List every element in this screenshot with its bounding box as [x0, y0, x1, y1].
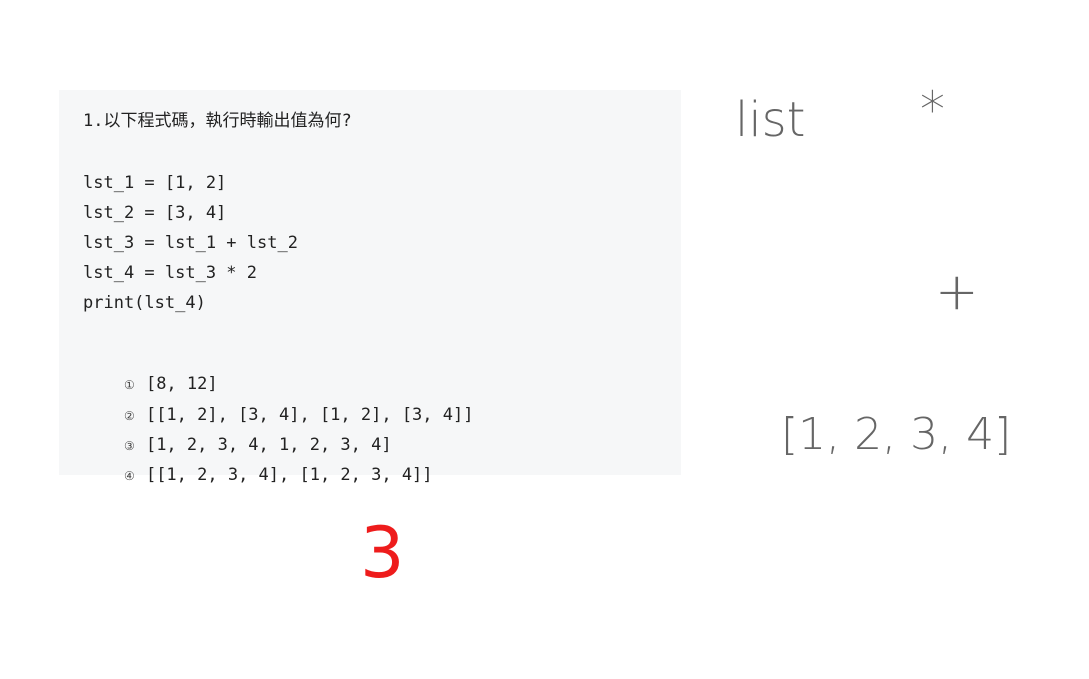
option-4: ④ [[1, 2, 3, 4], [1, 2, 3, 4]]	[83, 445, 433, 506]
question-panel: 1.以下程式碼，執行時輸出值為何? lst_1 = [1, 2] lst_2 =…	[59, 90, 681, 485]
question-title: 1.以下程式碼，執行時輸出值為何?	[83, 111, 352, 131]
code-line-4: lst_4 = lst_3 * 2	[83, 263, 257, 283]
code-line-3: lst_3 = lst_1 + lst_2	[83, 233, 298, 253]
code-line-5: print(lst_4)	[83, 293, 206, 313]
note-asterisk: *	[920, 81, 945, 139]
option-4-marker: ④	[123, 469, 135, 483]
option-4-text: [[1, 2, 3, 4], [1, 2, 3, 4]]	[145, 465, 433, 485]
note-plus: +	[935, 262, 979, 322]
answer-number: 3	[360, 512, 405, 594]
note-list-word: list	[735, 92, 806, 148]
code-line-2: lst_2 = [3, 4]	[83, 203, 227, 223]
note-combined-list: [1, 2, 3, 4]	[781, 409, 1012, 460]
code-line-1: lst_1 = [1, 2]	[83, 173, 227, 193]
